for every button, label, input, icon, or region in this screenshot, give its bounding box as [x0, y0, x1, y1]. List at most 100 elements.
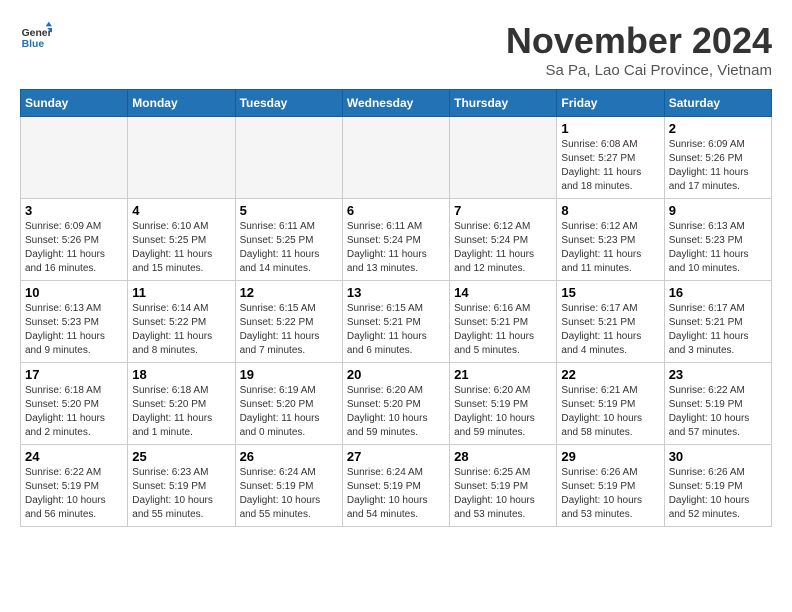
svg-text:Blue: Blue	[22, 39, 45, 50]
day-number: 29	[561, 449, 659, 464]
day-info: Sunrise: 6:23 AM Sunset: 5:19 PM Dayligh…	[132, 466, 230, 522]
day-number: 21	[454, 367, 552, 382]
day-info: Sunrise: 6:26 AM Sunset: 5:19 PM Dayligh…	[669, 466, 767, 522]
calendar-cell: 29 Sunrise: 6:26 AM Sunset: 5:19 PM Dayli…	[557, 445, 664, 527]
calendar-day-header: Sunday	[21, 90, 128, 117]
day-info: Sunrise: 6:09 AM Sunset: 5:26 PM Dayligh…	[25, 220, 123, 276]
day-number: 17	[25, 367, 123, 382]
day-number: 22	[561, 367, 659, 382]
calendar-cell: 25 Sunrise: 6:23 AM Sunset: 5:19 PM Dayli…	[128, 445, 235, 527]
calendar-week-row: 17 Sunrise: 6:18 AM Sunset: 5:20 PM Dayli…	[21, 363, 772, 445]
day-number: 4	[132, 203, 230, 218]
day-number: 18	[132, 367, 230, 382]
calendar-cell	[21, 117, 128, 199]
day-number: 10	[25, 285, 123, 300]
day-info: Sunrise: 6:17 AM Sunset: 5:21 PM Dayligh…	[561, 302, 659, 358]
calendar-cell: 27 Sunrise: 6:24 AM Sunset: 5:19 PM Dayli…	[342, 445, 449, 527]
calendar-cell: 21 Sunrise: 6:20 AM Sunset: 5:19 PM Dayli…	[450, 363, 557, 445]
calendar-cell: 17Sunrise: 6:18 AM Sunset: 5:20 PM Dayli…	[21, 363, 128, 445]
calendar-cell: 26 Sunrise: 6:24 AM Sunset: 5:19 PM Dayli…	[235, 445, 342, 527]
calendar-cell: 30 Sunrise: 6:26 AM Sunset: 5:19 PM Dayli…	[664, 445, 771, 527]
calendar-cell: 12Sunrise: 6:15 AM Sunset: 5:22 PM Dayli…	[235, 281, 342, 363]
calendar-header-row: SundayMondayTuesdayWednesdayThursdayFrid…	[21, 90, 772, 117]
day-number: 16	[669, 285, 767, 300]
calendar-cell: 28Sunrise: 6:25 AM Sunset: 5:19 PM Dayli…	[450, 445, 557, 527]
calendar-cell: 15 Sunrise: 6:17 AM Sunset: 5:21 PM Dayli…	[557, 281, 664, 363]
day-info: Sunrise: 6:11 AM Sunset: 5:25 PM Dayligh…	[240, 220, 338, 276]
calendar-cell: 16 Sunrise: 6:17 AM Sunset: 5:21 PM Dayli…	[664, 281, 771, 363]
day-number: 25	[132, 449, 230, 464]
day-info: Sunrise: 6:15 AM Sunset: 5:22 PM Dayligh…	[240, 302, 338, 358]
calendar-cell: 6Sunrise: 6:11 AM Sunset: 5:24 PM Daylig…	[342, 199, 449, 281]
day-info: Sunrise: 6:13 AM Sunset: 5:23 PM Dayligh…	[25, 302, 123, 358]
title-area: November 2024 Sa Pa, Lao Cai Province, V…	[506, 20, 772, 79]
day-number: 23	[669, 367, 767, 382]
calendar-day-header: Saturday	[664, 90, 771, 117]
day-info: Sunrise: 6:08 AM Sunset: 5:27 PM Dayligh…	[561, 138, 659, 194]
day-info: Sunrise: 6:19 AM Sunset: 5:20 PM Dayligh…	[240, 384, 338, 440]
day-info: Sunrise: 6:15 AM Sunset: 5:21 PM Dayligh…	[347, 302, 445, 358]
day-number: 19	[240, 367, 338, 382]
day-info: Sunrise: 6:24 AM Sunset: 5:19 PM Dayligh…	[347, 466, 445, 522]
month-title: November 2024	[506, 20, 772, 62]
day-number: 30	[669, 449, 767, 464]
calendar-day-header: Monday	[128, 90, 235, 117]
day-info: Sunrise: 6:22 AM Sunset: 5:19 PM Dayligh…	[25, 466, 123, 522]
calendar-cell	[128, 117, 235, 199]
logo: General Blue	[20, 20, 56, 52]
day-info: Sunrise: 6:20 AM Sunset: 5:19 PM Dayligh…	[454, 384, 552, 440]
calendar-cell: 20 Sunrise: 6:20 AM Sunset: 5:20 PM Dayli…	[342, 363, 449, 445]
day-info: Sunrise: 6:26 AM Sunset: 5:19 PM Dayligh…	[561, 466, 659, 522]
day-number: 13	[347, 285, 445, 300]
day-number: 26	[240, 449, 338, 464]
calendar-cell: 22 Sunrise: 6:21 AM Sunset: 5:19 PM Dayli…	[557, 363, 664, 445]
day-info: Sunrise: 6:14 AM Sunset: 5:22 PM Dayligh…	[132, 302, 230, 358]
day-info: Sunrise: 6:18 AM Sunset: 5:20 PM Dayligh…	[132, 384, 230, 440]
day-info: Sunrise: 6:13 AM Sunset: 5:23 PM Dayligh…	[669, 220, 767, 276]
day-number: 1	[561, 121, 659, 136]
calendar-cell: 8Sunrise: 6:12 AM Sunset: 5:23 PM Daylig…	[557, 199, 664, 281]
day-info: Sunrise: 6:11 AM Sunset: 5:24 PM Dayligh…	[347, 220, 445, 276]
day-number: 2	[669, 121, 767, 136]
location-subtitle: Sa Pa, Lao Cai Province, Vietnam	[506, 62, 772, 79]
calendar-cell	[342, 117, 449, 199]
calendar-cell	[235, 117, 342, 199]
day-number: 27	[347, 449, 445, 464]
calendar-cell: 24Sunrise: 6:22 AM Sunset: 5:19 PM Dayli…	[21, 445, 128, 527]
svg-text:General: General	[22, 28, 52, 39]
day-info: Sunrise: 6:22 AM Sunset: 5:19 PM Dayligh…	[669, 384, 767, 440]
day-number: 5	[240, 203, 338, 218]
calendar-day-header: Thursday	[450, 90, 557, 117]
day-number: 20	[347, 367, 445, 382]
calendar-table: SundayMondayTuesdayWednesdayThursdayFrid…	[20, 89, 772, 527]
day-info: Sunrise: 6:17 AM Sunset: 5:21 PM Dayligh…	[669, 302, 767, 358]
calendar-cell	[450, 117, 557, 199]
calendar-cell: 1 Sunrise: 6:08 AM Sunset: 5:27 PM Daylig…	[557, 117, 664, 199]
page-header: General Blue November 2024 Sa Pa, Lao Ca…	[20, 20, 772, 79]
calendar-day-header: Wednesday	[342, 90, 449, 117]
calendar-cell: 14 Sunrise: 6:16 AM Sunset: 5:21 PM Dayli…	[450, 281, 557, 363]
calendar-cell: 19 Sunrise: 6:19 AM Sunset: 5:20 PM Dayli…	[235, 363, 342, 445]
calendar-cell: 9 Sunrise: 6:13 AM Sunset: 5:23 PM Daylig…	[664, 199, 771, 281]
calendar-day-header: Tuesday	[235, 90, 342, 117]
day-info: Sunrise: 6:21 AM Sunset: 5:19 PM Dayligh…	[561, 384, 659, 440]
day-info: Sunrise: 6:16 AM Sunset: 5:21 PM Dayligh…	[454, 302, 552, 358]
calendar-cell: 10 Sunrise: 6:13 AM Sunset: 5:23 PM Dayli…	[21, 281, 128, 363]
day-info: Sunrise: 6:24 AM Sunset: 5:19 PM Dayligh…	[240, 466, 338, 522]
calendar-week-row: 1 Sunrise: 6:08 AM Sunset: 5:27 PM Daylig…	[21, 117, 772, 199]
day-number: 14	[454, 285, 552, 300]
calendar-week-row: 10 Sunrise: 6:13 AM Sunset: 5:23 PM Dayli…	[21, 281, 772, 363]
calendar-cell: 7 Sunrise: 6:12 AM Sunset: 5:24 PM Daylig…	[450, 199, 557, 281]
day-number: 11	[132, 285, 230, 300]
logo-icon: General Blue	[20, 20, 52, 52]
day-info: Sunrise: 6:20 AM Sunset: 5:20 PM Dayligh…	[347, 384, 445, 440]
calendar-week-row: 3Sunrise: 6:09 AM Sunset: 5:26 PM Daylig…	[21, 199, 772, 281]
day-number: 15	[561, 285, 659, 300]
day-number: 28	[454, 449, 552, 464]
calendar-day-header: Friday	[557, 90, 664, 117]
day-number: 7	[454, 203, 552, 218]
day-info: Sunrise: 6:12 AM Sunset: 5:24 PM Dayligh…	[454, 220, 552, 276]
day-info: Sunrise: 6:12 AM Sunset: 5:23 PM Dayligh…	[561, 220, 659, 276]
day-number: 9	[669, 203, 767, 218]
calendar-cell: 23 Sunrise: 6:22 AM Sunset: 5:19 PM Dayli…	[664, 363, 771, 445]
